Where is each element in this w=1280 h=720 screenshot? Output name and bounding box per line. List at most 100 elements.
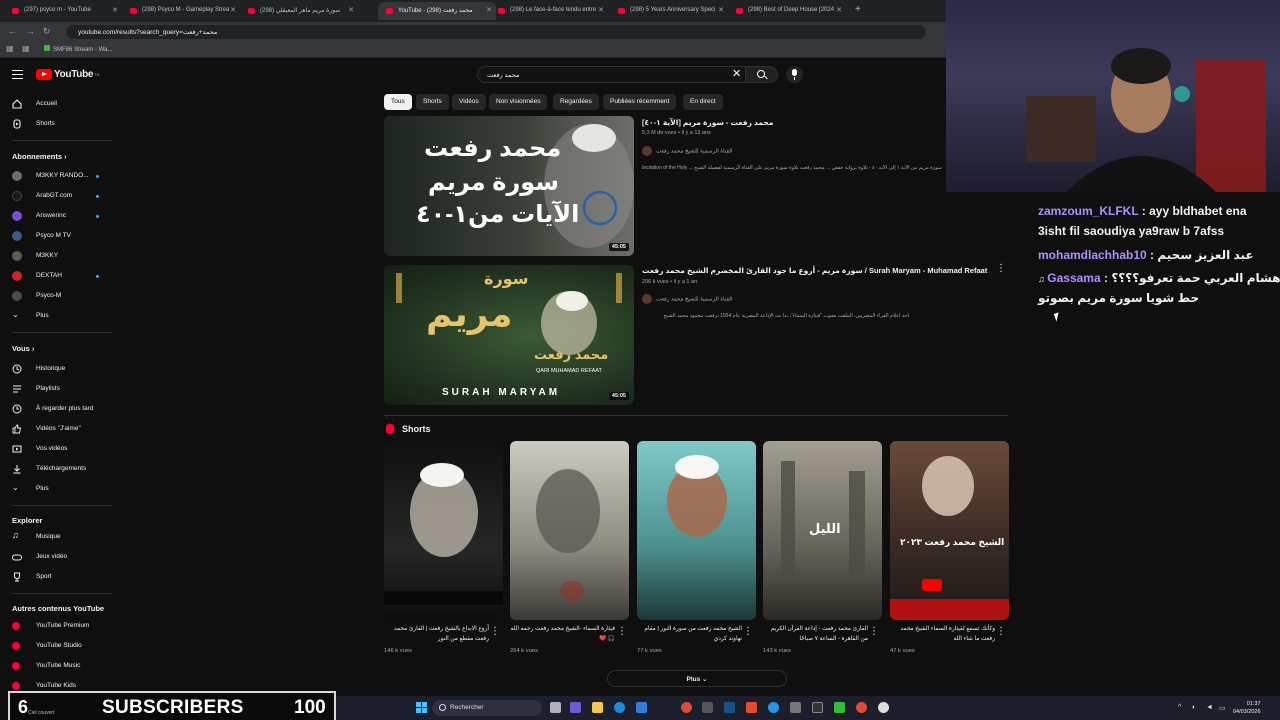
app-icon[interactable] bbox=[768, 702, 779, 713]
more-actions-icon[interactable] bbox=[996, 626, 1006, 639]
hamburger-menu-icon[interactable] bbox=[12, 70, 23, 79]
network-icon[interactable]: ◐ bbox=[1192, 704, 1196, 711]
you-heading[interactable]: Vous › bbox=[12, 344, 34, 353]
windows-start-icon[interactable] bbox=[416, 702, 427, 713]
browser-tab[interactable]: (298) Psyco M - Gameplay Strea ✕ bbox=[122, 2, 240, 20]
sidebar-item-history[interactable]: Historique bbox=[0, 361, 115, 377]
app-icon[interactable] bbox=[702, 702, 713, 713]
sidebar-item-home[interactable]: Accueil bbox=[0, 96, 115, 112]
app-icon[interactable] bbox=[834, 702, 845, 713]
video-title[interactable]: محمد رفعت - سورة مريم [الآية ١-٤٠] bbox=[642, 118, 773, 127]
bookmark-item[interactable]: SMF86 Stream - Wa... bbox=[44, 45, 112, 53]
back-icon[interactable]: ← bbox=[8, 26, 17, 36]
sidebar-item-youtube-premium[interactable]: YouTube Premium bbox=[0, 618, 115, 634]
chip-shorts[interactable]: Shorts bbox=[416, 94, 449, 110]
voice-search-mic-icon[interactable] bbox=[786, 66, 803, 83]
more-actions-icon[interactable] bbox=[617, 626, 627, 639]
sidebar-item-subscription[interactable]: Psyco-M bbox=[0, 288, 115, 304]
app-icon[interactable] bbox=[790, 702, 801, 713]
clear-search-icon[interactable]: ✕ bbox=[732, 67, 741, 80]
browser-tab[interactable]: (298) 5 Years Anniversary Speci ✕ bbox=[610, 2, 728, 20]
close-icon[interactable]: ✕ bbox=[230, 6, 236, 14]
chip-live[interactable]: En direct bbox=[683, 94, 723, 110]
sidebar-item-subscription[interactable]: ArabGT.com bbox=[0, 188, 115, 204]
short-title[interactable]: قيثارة السماء -الشيخ محمد رفعت رحمه الله… bbox=[510, 624, 615, 644]
sidebar-item-subscription[interactable]: M3KKY RANDO... bbox=[0, 168, 115, 184]
clock[interactable]: 01:37 04/03/2026 bbox=[1233, 700, 1261, 716]
chip-all[interactable]: Tous bbox=[384, 94, 412, 110]
short-title[interactable]: الشيخ محمد رفعت من سورة النور | مقام نها… bbox=[637, 624, 742, 644]
chrome-icon[interactable] bbox=[681, 702, 692, 713]
sidebar-item-playlists[interactable]: Playlists bbox=[0, 381, 115, 397]
chip-unwatched[interactable]: Non visionnées bbox=[489, 94, 548, 110]
short-thumbnail[interactable] bbox=[510, 441, 629, 620]
sidebar-item-youtube-studio[interactable]: YouTube Studio bbox=[0, 638, 115, 654]
video-thumbnail[interactable]: سورة مريم محمد رفعت QARI MUHAMAD REFAAT … bbox=[384, 265, 634, 405]
sidebar-item-subscription[interactable]: M3KKY bbox=[0, 248, 115, 264]
browser-tab-active[interactable]: YouTube - محمد رفعت (298) ✕ bbox=[378, 2, 496, 20]
search-input[interactable]: محمد رفعت bbox=[477, 66, 745, 83]
short-thumbnail[interactable] bbox=[384, 441, 503, 620]
chip-watched[interactable]: Regardées bbox=[553, 94, 599, 110]
search-button[interactable] bbox=[745, 66, 778, 83]
sidebar-item-sport[interactable]: Sport bbox=[0, 569, 115, 585]
sidebar-item-music[interactable]: ♫ Musique bbox=[0, 529, 115, 545]
volume-icon[interactable]: ◄ bbox=[1206, 704, 1213, 711]
video-title[interactable]: سورة مريم - أروع ما جود القارئ المخضرم ا… bbox=[642, 266, 987, 275]
more-actions-icon[interactable] bbox=[869, 626, 879, 639]
close-icon[interactable]: ✕ bbox=[112, 6, 118, 14]
apps-icon[interactable]: ▦ bbox=[6, 44, 14, 53]
short-title[interactable]: القارئ محمد رفعت - إذاعة القرآن الكريم م… bbox=[763, 624, 868, 644]
sidebar-item-youtube-music[interactable]: YouTube Music bbox=[0, 658, 115, 674]
sidebar-item-gaming[interactable]: Jeux vidéo bbox=[0, 549, 115, 565]
sidebar-item-subscription[interactable]: Psyco M TV bbox=[0, 228, 115, 244]
steam-icon[interactable] bbox=[724, 702, 735, 713]
tray-chevron-icon[interactable]: ^ bbox=[1178, 704, 1181, 711]
browser-tab[interactable]: (298) سورة مريم ماهر المعيقلي ✕ bbox=[240, 2, 358, 20]
sidebar-item-watch-later[interactable]: À regarder plus tard bbox=[0, 401, 115, 417]
close-icon[interactable]: ✕ bbox=[598, 6, 604, 14]
more-actions-icon[interactable] bbox=[743, 626, 753, 639]
app-icon[interactable] bbox=[856, 702, 867, 713]
close-icon[interactable]: ✕ bbox=[836, 6, 842, 14]
sidebar-item-your-videos[interactable]: Vos vidéos bbox=[0, 441, 115, 457]
sidebar-item-more[interactable]: ⌄ Plus bbox=[0, 308, 115, 324]
sidebar-item-more[interactable]: ⌄ Plus bbox=[0, 481, 115, 497]
battery-icon[interactable]: ▭ bbox=[1219, 704, 1226, 712]
file-explorer-icon[interactable] bbox=[592, 702, 603, 713]
more-actions-icon[interactable] bbox=[996, 263, 1006, 276]
channel-link[interactable]: القناة الرسمية للشيخ محمد رفعت bbox=[642, 294, 732, 304]
url-field[interactable]: youtube.com/results?search_query=محمد+رف… bbox=[66, 25, 926, 39]
youtube-logo[interactable]: YouTube TN bbox=[36, 68, 100, 80]
taskbar-search[interactable]: Rechercher bbox=[432, 700, 542, 716]
reload-icon[interactable]: ↻ bbox=[43, 26, 51, 37]
show-more-shorts-button[interactable]: Plus ⌄ bbox=[607, 670, 787, 687]
browser-tab[interactable]: (298) Best of Deep House [2024 ✕ bbox=[728, 2, 846, 20]
edge-icon[interactable] bbox=[614, 702, 625, 713]
short-thumbnail[interactable] bbox=[637, 441, 756, 620]
close-icon[interactable]: ✕ bbox=[718, 6, 724, 14]
teams-icon[interactable] bbox=[570, 702, 581, 713]
forward-icon[interactable]: → bbox=[26, 26, 35, 36]
chip-recently-uploaded[interactable]: Publiées récemment bbox=[603, 94, 677, 110]
grid-icon[interactable]: ▦ bbox=[22, 44, 30, 53]
chip-videos[interactable]: Vidéos bbox=[452, 94, 486, 110]
obs-icon[interactable] bbox=[878, 702, 889, 713]
app-icon[interactable] bbox=[812, 702, 823, 713]
browser-tab[interactable]: (297) psyco m - YouTube ✕ bbox=[4, 2, 122, 20]
store-icon[interactable] bbox=[636, 702, 647, 713]
short-title[interactable]: وكأنك تسمع لقيثارة السماء الشيخ محمد رفع… bbox=[890, 624, 995, 644]
browser-tab[interactable]: (298) Le face-à-face tendu entre ✕ bbox=[490, 2, 608, 20]
sidebar-item-subscription[interactable]: DEXTAH bbox=[0, 268, 115, 284]
video-thumbnail[interactable]: محمد رفعت سورة مريم الآيات من١-٤٠ 45:05 bbox=[384, 116, 634, 256]
short-thumbnail[interactable]: الشيخ محمد رفعت ٢٠٢٣ bbox=[890, 441, 1009, 620]
close-icon[interactable]: ✕ bbox=[348, 6, 354, 14]
task-view-icon[interactable] bbox=[550, 702, 561, 713]
sidebar-item-downloads[interactable]: Téléchargements bbox=[0, 461, 115, 477]
more-actions-icon[interactable] bbox=[490, 626, 500, 639]
short-thumbnail[interactable]: الليل bbox=[763, 441, 882, 620]
sidebar-item-liked-videos[interactable]: Vidéos "J'aime" bbox=[0, 421, 115, 437]
new-tab-button[interactable]: + bbox=[855, 4, 861, 15]
sidebar-item-shorts[interactable]: Shorts bbox=[0, 116, 115, 132]
subscriptions-heading[interactable]: Abonnements › bbox=[12, 152, 67, 161]
